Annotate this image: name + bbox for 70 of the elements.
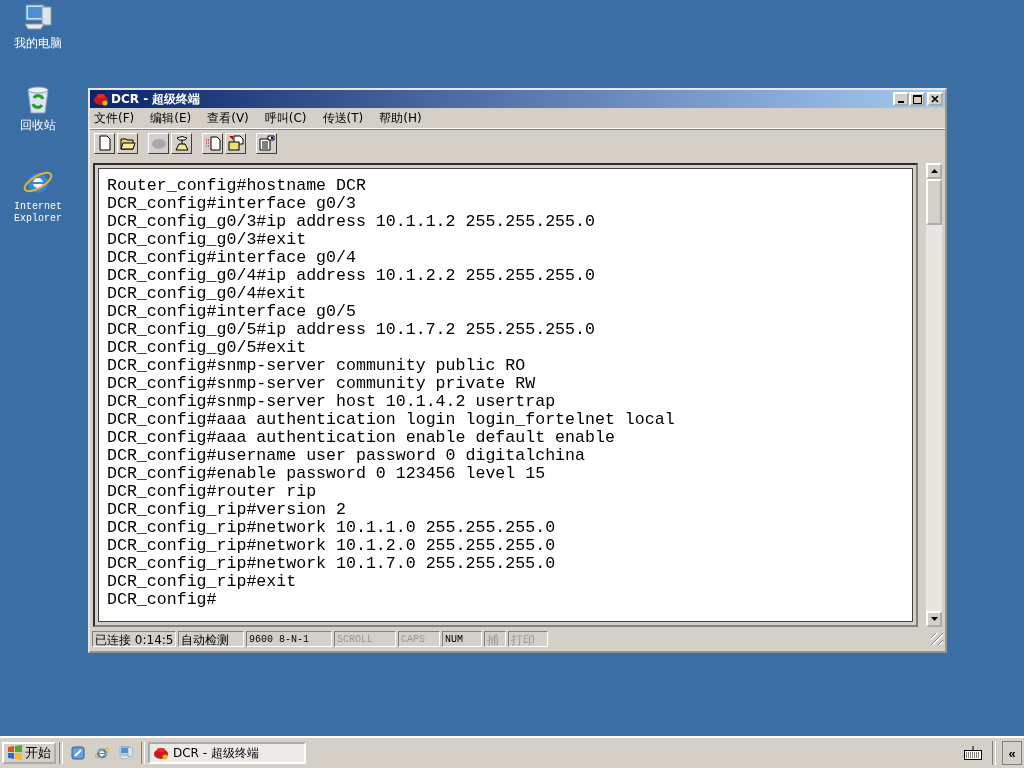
- toolbar-button[interactable]: [225, 132, 246, 154]
- terminal-line: DCR_config#aaa authentication login login_fortelnet local: [107, 411, 676, 429]
- close-button[interactable]: [927, 92, 943, 106]
- menu-item[interactable]: 查看(V): [207, 109, 249, 127]
- document-send-icon: [204, 135, 221, 151]
- phone-hangup-icon: [173, 135, 190, 151]
- status-field: 捕: [484, 631, 506, 647]
- menu-item[interactable]: 帮助(H): [379, 109, 422, 127]
- menu-item[interactable]: 编辑(E): [150, 109, 192, 127]
- desktop-icon-label[interactable]: 回收站: [20, 119, 56, 131]
- keyboard-icon[interactable]: [964, 746, 982, 760]
- terminal-line: DCR_config_rip#network 10.1.1.0 255.255.255.0: [107, 519, 557, 537]
- computer-icon[interactable]: [118, 745, 134, 761]
- terminal-line: DCR_config_rip#version 2: [107, 501, 347, 519]
- show-hidden-icons-button[interactable]: «: [1002, 741, 1022, 765]
- terminal-line: DCR_config_g0/4#ip address 10.1.2.2 255.255.255.0: [107, 267, 596, 285]
- scroll-up-icon[interactable]: [930, 169, 938, 173]
- menu-item[interactable]: 传送(T): [322, 109, 364, 127]
- terminal-line: DCR_config#snmp-server host 10.1.4.2 usertrap: [107, 393, 557, 411]
- terminal-line: DCR_config_rip#network 10.1.7.0 255.255.255.0: [107, 555, 557, 573]
- vertical-scrollbar[interactable]: [926, 163, 942, 627]
- terminal-line: DCR_config#enable password 0 123456 level 15: [107, 465, 547, 483]
- terminal-line: DCR_config#username user password 0 digitalchina: [107, 447, 586, 465]
- taskbar-task[interactable]: DCR - 超级终端: [148, 742, 306, 764]
- status-field: 9600 8-N-1: [246, 631, 332, 647]
- terminal-line: DCR_config_rip#exit: [107, 573, 298, 591]
- terminal-line: DCR_config_g0/5#ip address 10.1.7.2 255.255.255.0: [107, 321, 596, 339]
- terminal-line: DCR_config#router rip: [107, 483, 318, 501]
- toolbar-button[interactable]: [94, 132, 115, 154]
- status-field: 已连接 0:14:5: [92, 631, 176, 647]
- terminal-line: DCR_config#interface g0/5: [107, 303, 357, 321]
- menu-item[interactable]: 呼叫(C): [264, 109, 307, 127]
- windows-flag-icon: [7, 745, 23, 761]
- status-field: SCROLL: [334, 631, 396, 647]
- scroll-thumb[interactable]: [926, 179, 942, 225]
- maximize-icon: [912, 94, 922, 104]
- terminal-line: Router_config#hostname DCR: [107, 177, 367, 195]
- terminal-line: DCR_config#interface g0/4: [107, 249, 357, 267]
- browser-globe-icon[interactable]: [94, 745, 110, 761]
- desktop-icon-label[interactable]: 我的电脑: [14, 37, 62, 49]
- menu-item[interactable]: 文件(F): [94, 109, 135, 127]
- toolbar-button[interactable]: [171, 132, 192, 154]
- terminal-line: DCR_config_rip#network 10.1.2.0 255.255.255.0: [107, 537, 557, 555]
- minimize-button[interactable]: [893, 92, 909, 106]
- maximize-button[interactable]: [909, 92, 925, 106]
- folder-icon: [119, 135, 136, 151]
- terminal-line: DCR_config_g0/3#exit: [107, 231, 308, 249]
- toolbar-button[interactable]: [202, 132, 223, 154]
- close-icon: [931, 95, 939, 103]
- window-title: DCR - 超级终端: [111, 90, 202, 108]
- status-field: 自动检测: [178, 631, 244, 647]
- desktop-icon-label[interactable]: Internet Explorer: [13, 201, 63, 225]
- status-field: CAPS: [398, 631, 440, 647]
- terminal-line: DCR_config#: [107, 591, 218, 609]
- resize-grip[interactable]: [931, 633, 943, 645]
- terminal-line: DCR_config#snmp-server community public RO: [107, 357, 527, 375]
- status-field: NUM: [442, 631, 482, 647]
- folder-receive-icon: [227, 135, 244, 151]
- properties-icon: [258, 135, 275, 151]
- start-button[interactable]: 开始: [2, 742, 56, 764]
- new-document-icon: [96, 135, 113, 151]
- terminal-line: DCR_config#aaa authentication enable default enable: [107, 429, 616, 447]
- toolbar-button[interactable]: [117, 132, 138, 154]
- terminal-line: DCR_config#interface g0/3: [107, 195, 357, 213]
- terminal-line: DCR_config_g0/4#exit: [107, 285, 308, 303]
- toolbar-button[interactable]: [256, 132, 277, 154]
- terminal-line: DCR_config_g0/3#ip address 10.1.1.2 255.255.255.0: [107, 213, 596, 231]
- terminal-line: DCR_config#snmp-server community private RW: [107, 375, 537, 393]
- terminal-line: DCR_config_g0/5#exit: [107, 339, 308, 357]
- scroll-down-icon[interactable]: [930, 617, 938, 621]
